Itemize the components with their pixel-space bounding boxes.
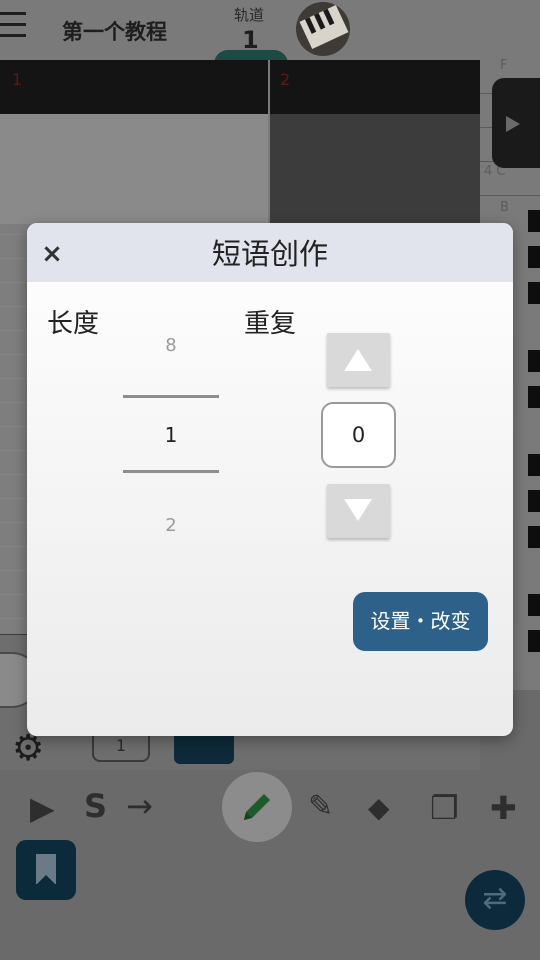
dialog-title: 短语创作 [211,237,328,271]
bookmark-button[interactable] [16,840,76,900]
play-icon[interactable]: ▶ [30,792,55,824]
close-icon[interactable]: × [39,241,65,267]
track-label: 轨道 [234,6,265,24]
brush-icon[interactable]: ✎ [308,792,333,822]
picker-next-value[interactable]: 2 [123,515,219,536]
piano-note-label: B [500,200,509,215]
play-icon [506,116,520,132]
piano-note-label: F [500,58,508,73]
tool-icon[interactable]: ✚ [490,792,517,824]
phrase-creation-dialog: 短语创作 × 长度 重复 8 1 2 0 设置・改变 [27,223,513,736]
play-tab-button[interactable] [492,78,540,168]
top-bar: 第一个教程 轨道 1 [0,0,540,70]
measure-number: 2 [280,70,291,89]
picker-divider [123,470,219,473]
arrow-right-icon[interactable]: → [126,790,153,822]
instrument-piano-icon[interactable] [296,2,350,56]
project-title: 第一个教程 [62,20,167,44]
length-label: 长度 [47,309,100,339]
repeat-value-field[interactable]: 0 [321,402,396,468]
bookmark-icon [36,854,56,885]
length-number-picker[interactable]: 8 1 2 [123,323,219,543]
pencil-icon [244,794,270,820]
measure-number: 1 [12,70,23,89]
repeat-label: 重复 [244,309,297,339]
copy-icon[interactable]: ❐ [430,792,459,824]
picker-previous-value[interactable]: 8 [123,335,219,356]
eraser-icon[interactable]: ◆ [368,794,390,822]
repeat-increment-button[interactable] [327,333,390,387]
note-lane-highlight [0,114,268,224]
repeat-decrement-button[interactable] [327,484,390,538]
apply-change-button[interactable]: 设置・改变 [353,592,488,651]
picker-divider [123,395,219,398]
pencil-button[interactable] [222,772,292,842]
swap-button[interactable]: ⇄ [465,870,525,930]
picker-current-value: 1 [164,423,178,447]
measure-header: 1 2 [0,60,480,114]
solo-icon[interactable]: S [84,790,107,822]
menu-icon[interactable] [0,12,26,40]
dialog-header: 短语创作 × [27,223,513,282]
